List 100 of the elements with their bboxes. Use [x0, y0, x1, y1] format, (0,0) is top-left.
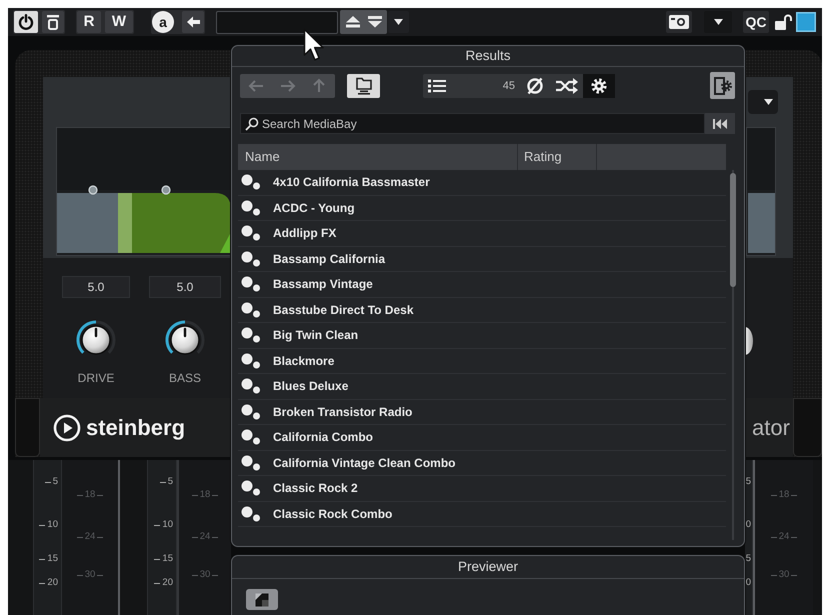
- circles-icon: [241, 454, 261, 471]
- panel-gear-icon: [714, 76, 732, 94]
- plugin-title: ator: [752, 414, 790, 440]
- scale-label: 20: [47, 577, 58, 589]
- circles-icon: [241, 327, 261, 344]
- overline-button[interactable]: [42, 11, 64, 33]
- panel-title: Results: [465, 48, 510, 63]
- circles-icon: [241, 250, 261, 267]
- circles-icon: [241, 174, 261, 190]
- preset-field[interactable]: [216, 10, 338, 34]
- write-button[interactable]: W: [105, 11, 133, 33]
- list-item[interactable]: Broken Transistor Radio: [238, 400, 726, 425]
- handle-icon[interactable]: [161, 185, 171, 195]
- power-button[interactable]: [14, 11, 38, 33]
- circles-icon: [241, 200, 261, 216]
- knob-label: BASS: [168, 371, 201, 385]
- folder-button[interactable]: [347, 74, 380, 98]
- list-item[interactable]: California Combo: [238, 425, 726, 450]
- settings-button[interactable]: [583, 74, 615, 98]
- scale-label: 5: [168, 476, 173, 488]
- scale-label: 5: [52, 476, 58, 488]
- power-icon: [18, 14, 34, 30]
- camera-button[interactable]: [666, 11, 692, 33]
- scale-label: 18: [778, 489, 790, 501]
- circles-icon: [241, 506, 261, 522]
- split-square-icon: [255, 592, 269, 606]
- knob-label: DRIVE: [78, 371, 114, 385]
- caret-down-icon: [394, 19, 403, 25]
- scale-label: 30: [200, 569, 210, 581]
- scale-label: 24: [84, 531, 96, 543]
- value-field[interactable]: 5.0: [62, 276, 130, 298]
- column-header[interactable]: Name: [238, 144, 517, 170]
- circles-icon: [241, 302, 261, 318]
- column-header[interactable]: Rating: [517, 144, 596, 170]
- camera-icon: [669, 15, 689, 29]
- list-item[interactable]: 4x10 California Bassmaster: [238, 170, 726, 196]
- skip-back-icon: [713, 118, 727, 128]
- shuffle-icon: [556, 78, 578, 94]
- dropdown-button[interactable]: [704, 11, 732, 33]
- arrow-right-icon: [280, 80, 296, 92]
- list-item[interactable]: Classic Rock 2: [238, 476, 726, 502]
- panel-title: Previewer: [458, 559, 518, 574]
- circled-letter-button[interactable]: a: [152, 11, 174, 33]
- list-item[interactable]: ACDC - Young: [238, 196, 726, 221]
- list-item[interactable]: Blackmore: [238, 348, 726, 374]
- arrow-down-bar-icon: [366, 16, 382, 28]
- arrow-left-icon: [186, 16, 200, 28]
- circles-icon: [241, 225, 261, 242]
- band-region: [748, 193, 775, 253]
- panel-settings-button[interactable]: [710, 72, 735, 99]
- handle-icon[interactable]: [88, 185, 98, 195]
- circle-slash-icon: [525, 76, 545, 96]
- circles-icon: [241, 404, 261, 420]
- list-item[interactable]: Basstube Direct To Desk: [238, 298, 726, 323]
- caret-down-icon: [714, 19, 722, 25]
- list-icon: [428, 78, 446, 92]
- circles-icon: [241, 276, 261, 292]
- swatch-icon[interactable]: [796, 12, 816, 32]
- read-button[interactable]: R: [77, 11, 101, 33]
- qc-button[interactable]: QC: [743, 11, 769, 33]
- circles-icon: [241, 352, 261, 369]
- circles-icon: [241, 429, 261, 446]
- scale-label: 5: [746, 476, 751, 488]
- dropdown-field[interactable]: [748, 90, 778, 114]
- padlock-icon: [774, 14, 792, 30]
- scale-label: 15: [47, 553, 58, 565]
- scale-label: 0: [746, 519, 751, 531]
- play-circle-icon: [53, 414, 81, 442]
- list-item[interactable]: Addlipp FX: [238, 221, 726, 246]
- circles-icon: [241, 378, 261, 394]
- circles-icon: [241, 480, 261, 496]
- value-field[interactable]: 5.0: [149, 276, 221, 298]
- search-icon: [245, 117, 259, 131]
- caret-down-icon: [764, 99, 773, 105]
- list-item[interactable]: Big Twin Clean: [238, 323, 726, 348]
- list-item[interactable]: Bassamp Vintage: [238, 272, 726, 298]
- preview-button[interactable]: [246, 589, 278, 610]
- scale-label: 0: [746, 577, 751, 589]
- list-item[interactable]: Blues Deluxe: [238, 374, 726, 400]
- scale-label: 24: [200, 531, 210, 543]
- skip-back-button[interactable]: [705, 113, 735, 134]
- scrollbar-track[interactable]: [730, 170, 736, 540]
- scale-label: 5: [746, 553, 751, 565]
- scrollbar-thumb[interactable]: [730, 173, 736, 287]
- scale-label: 24: [778, 531, 790, 543]
- result-count: 45: [502, 78, 515, 92]
- list-item[interactable]: Bassamp California: [238, 246, 726, 272]
- scale-label: 18: [200, 489, 210, 501]
- dropdown-button[interactable]: [388, 11, 409, 33]
- arrow-left-icon: [248, 80, 264, 92]
- list-item[interactable]: Classic Rock Combo: [238, 502, 726, 527]
- brand-name: steinberg: [86, 414, 186, 440]
- search-field[interactable]: Search MediaBay: [240, 113, 705, 134]
- settings-icon: [591, 78, 607, 94]
- back-arrow-button[interactable]: [182, 11, 204, 33]
- scale-label: 30: [84, 569, 96, 581]
- list-item[interactable]: California Vintage Clean Combo: [238, 450, 726, 476]
- arrow-up-icon: [313, 78, 326, 93]
- scale-label: 10: [47, 519, 58, 531]
- arrow-up-bar-icon: [344, 16, 360, 28]
